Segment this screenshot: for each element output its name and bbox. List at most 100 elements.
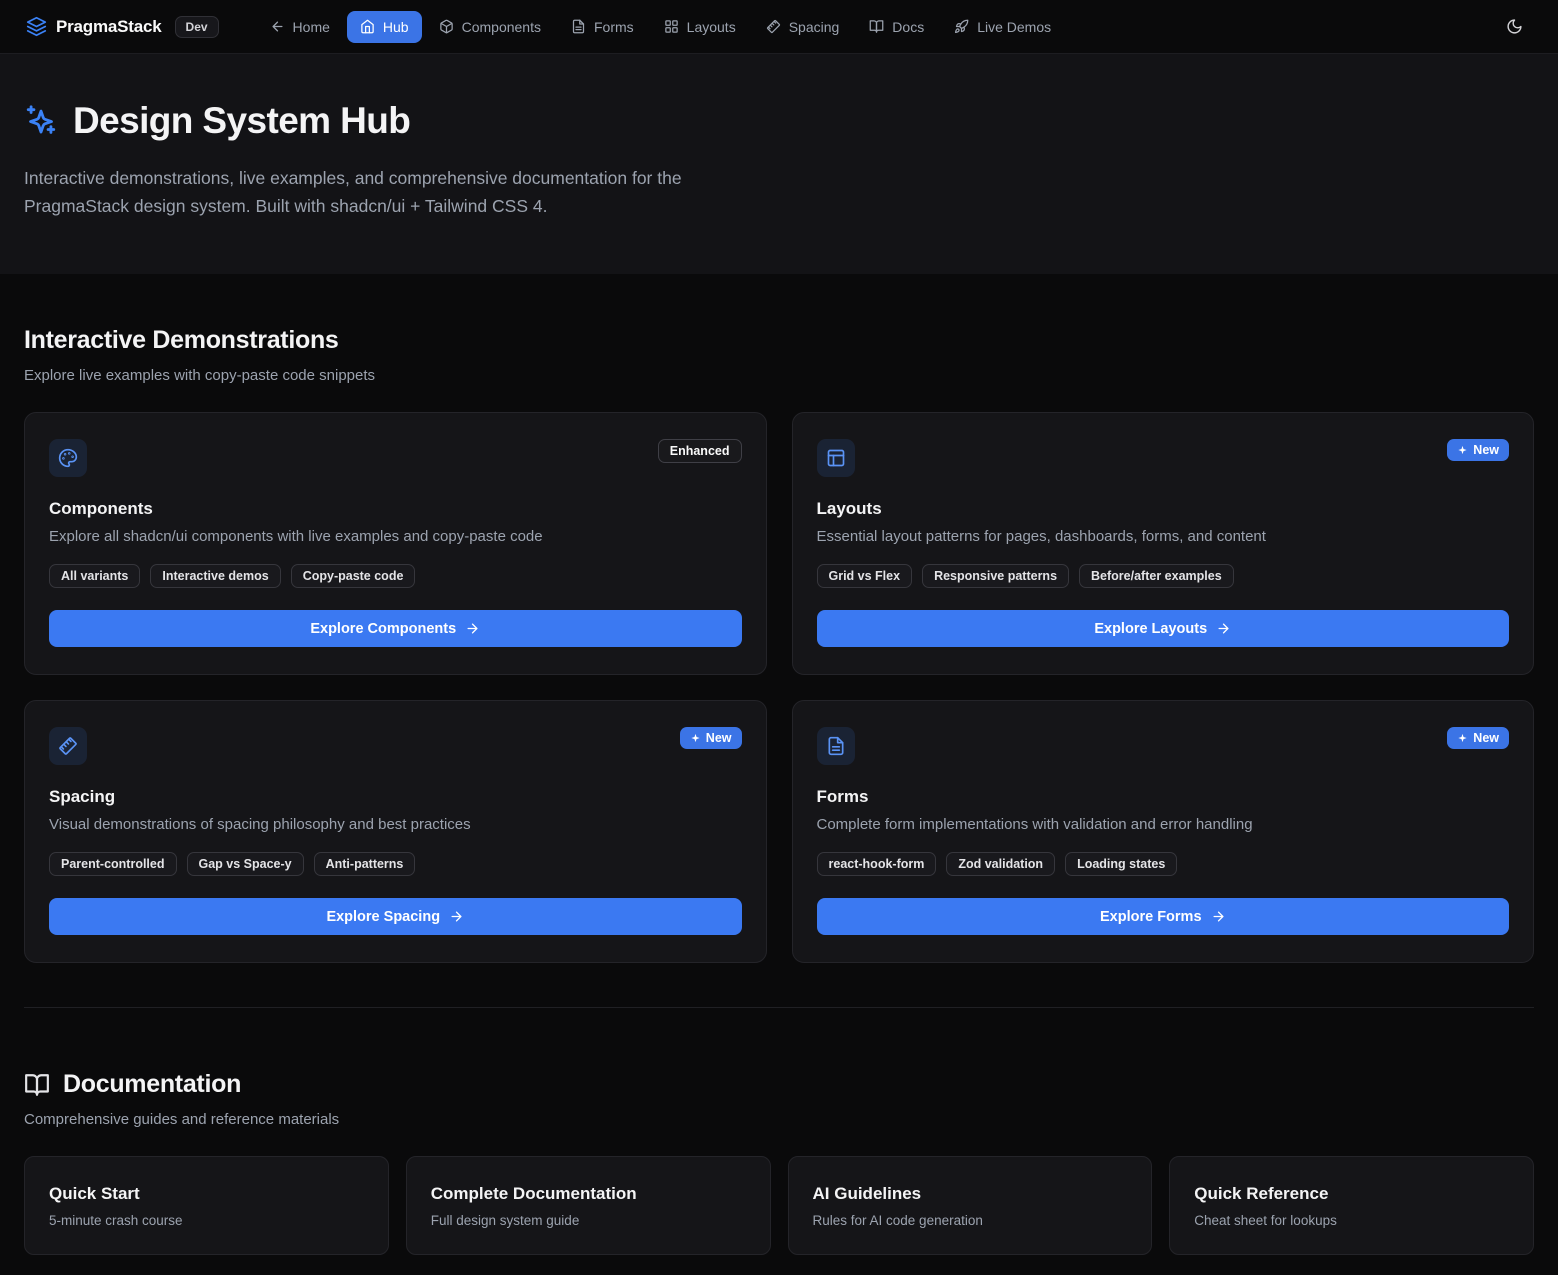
card-header: New bbox=[49, 727, 742, 765]
explore-spacing-button[interactable]: Explore Spacing bbox=[49, 898, 742, 935]
tag-list: react-hook-form Zod validation Loading s… bbox=[817, 852, 1510, 876]
tag: Interactive demos bbox=[150, 564, 280, 588]
nav-item-docs[interactable]: Docs bbox=[856, 11, 937, 43]
doc-card-description: Cheat sheet for lookups bbox=[1194, 1213, 1509, 1228]
nav-item-forms[interactable]: Forms bbox=[558, 11, 647, 43]
tag-list: Grid vs Flex Responsive patterns Before/… bbox=[817, 564, 1510, 588]
demo-card-forms: New Forms Complete form implementations … bbox=[792, 700, 1535, 963]
nav-label-docs: Docs bbox=[892, 19, 924, 35]
book-open-icon bbox=[24, 1072, 50, 1098]
tag: Grid vs Flex bbox=[817, 564, 913, 588]
doc-card-title: Complete Documentation bbox=[431, 1184, 746, 1204]
card-title: Components bbox=[49, 499, 742, 519]
card-description: Complete form implementations with valid… bbox=[817, 816, 1510, 833]
docs-title-row: Documentation bbox=[24, 1070, 1534, 1099]
card-title: Layouts bbox=[817, 499, 1510, 519]
explore-components-button[interactable]: Explore Components bbox=[49, 610, 742, 647]
home-icon bbox=[360, 19, 375, 34]
layout-grid-icon bbox=[664, 19, 679, 34]
ruler-icon bbox=[49, 727, 87, 765]
doc-card-quick-reference[interactable]: Quick Reference Cheat sheet for lookups bbox=[1169, 1156, 1534, 1255]
moon-icon bbox=[1506, 18, 1523, 35]
demo-card-spacing: New Spacing Visual demonstrations of spa… bbox=[24, 700, 767, 963]
nav-label-forms: Forms bbox=[594, 19, 634, 35]
brand-link[interactable]: PragmaStack Dev bbox=[26, 16, 219, 38]
tag: react-hook-form bbox=[817, 852, 937, 876]
card-header: New bbox=[817, 439, 1510, 477]
tag-list: Parent-controlled Gap vs Space-y Anti-pa… bbox=[49, 852, 742, 876]
arrow-right-icon bbox=[1216, 621, 1231, 636]
tag: Responsive patterns bbox=[922, 564, 1069, 588]
demos-section: Interactive Demonstrations Explore live … bbox=[24, 326, 1534, 963]
nav-label-hub: Hub bbox=[383, 19, 409, 35]
nav-item-hub[interactable]: Hub bbox=[347, 11, 422, 43]
arrow-right-icon bbox=[465, 621, 480, 636]
card-header: Enhanced bbox=[49, 439, 742, 477]
nav-item-live-demos[interactable]: Live Demos bbox=[941, 11, 1064, 43]
card-title: Forms bbox=[817, 787, 1510, 807]
card-description: Essential layout patterns for pages, das… bbox=[817, 528, 1510, 545]
explore-layouts-label: Explore Layouts bbox=[1094, 621, 1207, 637]
nav-item-layouts[interactable]: Layouts bbox=[651, 11, 749, 43]
layers-logo-icon bbox=[26, 16, 47, 37]
docs-section-title: Documentation bbox=[63, 1070, 241, 1099]
rocket-icon bbox=[954, 19, 969, 34]
sparkle-icon bbox=[1457, 733, 1468, 744]
nav-label-spacing: Spacing bbox=[789, 19, 840, 35]
nav-label-components: Components bbox=[462, 19, 541, 35]
documentation-section: Documentation Comprehensive guides and r… bbox=[24, 1070, 1534, 1255]
nav-label-layouts: Layouts bbox=[687, 19, 736, 35]
top-navbar: PragmaStack Dev Home Hub Components bbox=[0, 0, 1558, 54]
demo-card-layouts: New Layouts Essential layout patterns fo… bbox=[792, 412, 1535, 675]
doc-card-quick-start[interactable]: Quick Start 5-minute crash course bbox=[24, 1156, 389, 1255]
card-title: Spacing bbox=[49, 787, 742, 807]
ruler-icon bbox=[766, 19, 781, 34]
nav-item-components[interactable]: Components bbox=[426, 11, 554, 43]
tag: Anti-patterns bbox=[314, 852, 416, 876]
explore-forms-button[interactable]: Explore Forms bbox=[817, 898, 1510, 935]
new-badge: New bbox=[680, 727, 742, 749]
doc-card-description: 5-minute crash course bbox=[49, 1213, 364, 1228]
tag: Gap vs Space-y bbox=[187, 852, 304, 876]
sparkle-icon bbox=[1457, 445, 1468, 456]
arrow-right-icon bbox=[1211, 909, 1226, 924]
palette-icon bbox=[49, 439, 87, 477]
card-description: Explore all shadcn/ui components with li… bbox=[49, 528, 742, 545]
explore-layouts-button[interactable]: Explore Layouts bbox=[817, 610, 1510, 647]
doc-card-title: AI Guidelines bbox=[813, 1184, 1128, 1204]
file-text-icon bbox=[571, 19, 586, 34]
tag: All variants bbox=[49, 564, 140, 588]
arrow-right-icon bbox=[449, 909, 464, 924]
doc-card-description: Rules for AI code generation bbox=[813, 1213, 1128, 1228]
card-header: New bbox=[817, 727, 1510, 765]
nav-item-spacing[interactable]: Spacing bbox=[753, 11, 853, 43]
doc-card-complete-documentation[interactable]: Complete Documentation Full design syste… bbox=[406, 1156, 771, 1255]
demo-card-grid: Enhanced Components Explore all shadcn/u… bbox=[24, 412, 1534, 963]
page-title: Design System Hub bbox=[73, 100, 410, 142]
card-description: Visual demonstrations of spacing philoso… bbox=[49, 816, 742, 833]
sparkle-icon bbox=[690, 733, 701, 744]
doc-card-ai-guidelines[interactable]: AI Guidelines Rules for AI code generati… bbox=[788, 1156, 1153, 1255]
theme-toggle-button[interactable] bbox=[1496, 9, 1532, 45]
tag: Zod validation bbox=[946, 852, 1055, 876]
new-badge-label: New bbox=[1473, 443, 1499, 457]
layout-panel-icon bbox=[817, 439, 855, 477]
brand-name: PragmaStack bbox=[56, 17, 162, 37]
nav-label-live-demos: Live Demos bbox=[977, 19, 1051, 35]
navbar-left: PragmaStack Dev Home Hub Components bbox=[26, 11, 1064, 43]
hero-title-row: Design System Hub bbox=[24, 100, 1534, 142]
new-badge: New bbox=[1447, 727, 1509, 749]
sparkles-icon bbox=[24, 104, 58, 138]
tag: Before/after examples bbox=[1079, 564, 1234, 588]
demos-section-title: Interactive Demonstrations bbox=[24, 326, 1534, 355]
enhanced-badge: Enhanced bbox=[658, 439, 742, 463]
demos-section-subtitle: Explore live examples with copy-paste co… bbox=[24, 367, 1534, 384]
nav-label-home: Home bbox=[293, 19, 330, 35]
section-divider bbox=[24, 1007, 1534, 1008]
new-badge-label: New bbox=[706, 731, 732, 745]
tag: Parent-controlled bbox=[49, 852, 177, 876]
hero-subtitle: Interactive demonstrations, live example… bbox=[24, 164, 769, 220]
tag-list: All variants Interactive demos Copy-past… bbox=[49, 564, 742, 588]
env-badge: Dev bbox=[175, 16, 219, 38]
nav-item-home[interactable]: Home bbox=[257, 11, 343, 43]
